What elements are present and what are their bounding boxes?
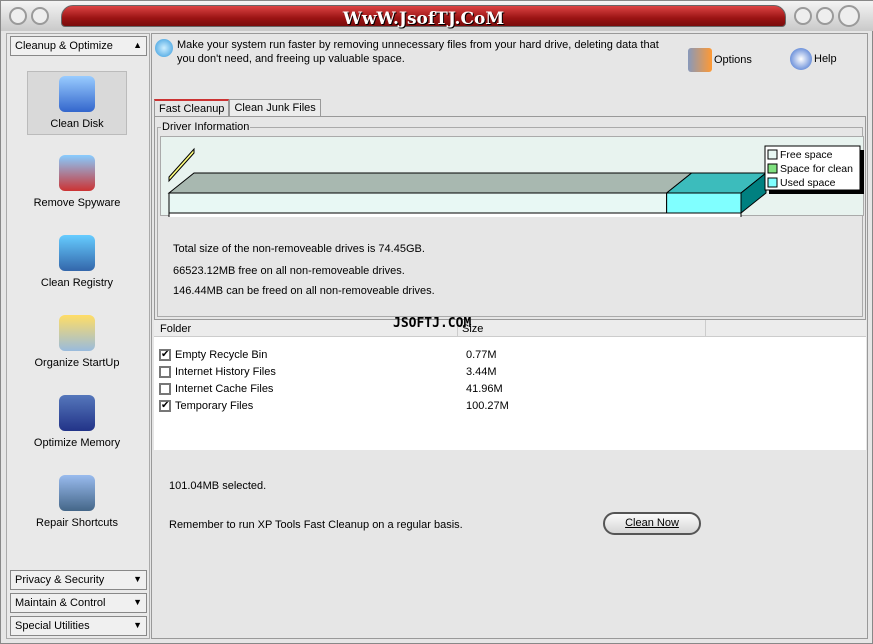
title-capsule: WwW.JsofTJ.CoM xyxy=(61,5,786,29)
item-name: Empty Recycle Bin xyxy=(175,349,268,361)
total-size-text: Total size of the non-removeable drives … xyxy=(173,243,425,255)
drive-chart: Free space Space for clean Used space xyxy=(160,136,864,228)
clean-now-button[interactable]: Clean Now xyxy=(603,512,701,535)
selected-size-text: 101.04MB selected. xyxy=(169,480,267,492)
sidebar: Cleanup & Optimize ▲ Clean Disk Remove Sp… xyxy=(6,33,150,639)
tool-organize-startup[interactable]: Organize StartUp xyxy=(27,311,127,375)
floor-front xyxy=(168,212,742,227)
checkbox[interactable] xyxy=(159,383,171,395)
item-size: 100.27M xyxy=(466,400,509,412)
column-folder[interactable]: Folder xyxy=(160,323,191,335)
bar-segment-used-space xyxy=(666,192,742,214)
category-label: Cleanup & Optimize xyxy=(15,40,113,52)
item-name: Internet Cache Files xyxy=(175,383,274,395)
tool-clean-registry[interactable]: Clean Registry xyxy=(27,231,127,295)
tab-panel: Driver Information Free space Space for c… xyxy=(154,116,866,320)
main-panel: Make your system run faster by removing … xyxy=(151,33,868,639)
legend-swatch xyxy=(767,177,778,188)
options-label: Options xyxy=(714,54,752,66)
help-button[interactable]: Help xyxy=(790,48,837,70)
list-item[interactable]: Internet Cache Files 41.96M xyxy=(159,381,503,397)
cleanup-list: Folder Size JSOFTJ.COM ✔ Empty Recycle Bi… xyxy=(154,316,866,450)
checkbox[interactable] xyxy=(159,366,171,378)
tool-label: Organize StartUp xyxy=(34,357,120,369)
bar-segment-free-space xyxy=(168,192,668,214)
app-window: WwW.JsofTJ.CoM Cleanup & Optimize ▲ Clean… xyxy=(0,0,873,644)
tab-clean-junk-files[interactable]: Clean Junk Files xyxy=(229,99,321,117)
legend-label: Used space xyxy=(780,177,836,189)
watermark: JSOFTJ.COM xyxy=(393,316,472,331)
tab-bar: Fast Cleanup Clean Junk Files xyxy=(154,99,321,117)
category-cleanup-optimize[interactable]: Cleanup & Optimize ▲ xyxy=(10,36,147,56)
tool-label: Repair Shortcuts xyxy=(36,517,118,529)
tool-clean-disk[interactable]: Clean Disk xyxy=(27,71,127,135)
chevron-up-icon: ▲ xyxy=(133,40,142,50)
reminder-text: Remember to run XP Tools Fast Cleanup on… xyxy=(169,519,463,531)
item-size: 3.44M xyxy=(466,366,497,378)
list-header: Folder Size xyxy=(154,320,866,337)
help-icon xyxy=(790,48,812,70)
menu-icon[interactable] xyxy=(9,7,27,25)
tool-label: Remove Spyware xyxy=(33,197,121,209)
group-label: Driver Information xyxy=(161,121,251,133)
tool-label: Optimize Memory xyxy=(33,437,121,449)
free-space-text: 66523.12MB free on all non-removeable dr… xyxy=(173,265,405,277)
title-bar[interactable]: WwW.JsofTJ.CoM xyxy=(1,1,873,31)
clean-disk-icon xyxy=(59,76,95,112)
category-label: Maintain & Control xyxy=(15,597,106,609)
category-label: Special Utilities xyxy=(15,620,90,632)
category-special-utilities[interactable]: Special Utilities ▼ xyxy=(10,616,147,636)
options-icon xyxy=(688,48,712,72)
checkbox[interactable]: ✔ xyxy=(159,349,171,361)
tool-repair-shortcuts[interactable]: Repair Shortcuts xyxy=(27,471,127,535)
maximize-icon[interactable] xyxy=(816,7,834,25)
driver-information-group: Driver Information Free space Space for c… xyxy=(157,121,864,317)
tool-optimize-memory[interactable]: Optimize Memory xyxy=(27,391,127,455)
chevron-down-icon: ▼ xyxy=(133,574,142,584)
window-title: WwW.JsofTJ.CoM xyxy=(342,9,505,29)
close-icon[interactable] xyxy=(838,5,860,27)
list-item[interactable]: ✔ Empty Recycle Bin 0.77M xyxy=(159,347,497,363)
optimize-memory-icon xyxy=(59,395,95,431)
category-maintain-control[interactable]: Maintain & Control ▼ xyxy=(10,593,147,613)
category-label: Privacy & Security xyxy=(15,574,105,586)
options-button[interactable]: Options xyxy=(688,48,752,72)
list-item[interactable]: ✔ Temporary Files 100.27M xyxy=(159,398,509,414)
item-name: Internet History Files xyxy=(175,366,276,378)
help-label: Help xyxy=(814,53,837,65)
remove-spyware-icon xyxy=(59,155,95,191)
tab-fast-cleanup[interactable]: Fast Cleanup xyxy=(154,99,230,117)
tool-remove-spyware[interactable]: Remove Spyware xyxy=(27,151,127,215)
info-icon xyxy=(155,39,173,57)
checkbox[interactable]: ✔ xyxy=(159,400,171,412)
item-size: 41.96M xyxy=(466,383,503,395)
legend-label: Free space xyxy=(780,149,833,161)
freeable-text: 146.44MB can be freed on all non-removea… xyxy=(173,285,435,297)
minimize-icon[interactable] xyxy=(794,7,812,25)
chevron-down-icon: ▼ xyxy=(133,620,142,630)
drive-chart-svg: Free space Space for clean Used space xyxy=(167,145,864,228)
legend-swatch xyxy=(767,163,778,174)
organize-startup-icon xyxy=(59,315,95,351)
legend-label: Space for clean xyxy=(780,163,853,175)
chevron-down-icon: ▼ xyxy=(133,597,142,607)
bar-top-free-space xyxy=(167,172,694,194)
clean-registry-icon xyxy=(59,235,95,271)
legend-swatch xyxy=(767,149,778,160)
list-item[interactable]: Internet History Files 3.44M xyxy=(159,364,497,380)
pin-icon[interactable] xyxy=(31,7,49,25)
tool-label: Clean Registry xyxy=(40,277,114,289)
category-privacy-security[interactable]: Privacy & Security ▼ xyxy=(10,570,147,590)
tool-label: Clean Disk xyxy=(50,118,104,130)
item-size: 0.77M xyxy=(466,349,497,361)
column-divider xyxy=(705,320,706,337)
item-name: Temporary Files xyxy=(175,400,254,412)
description: Make your system run faster by removing … xyxy=(177,39,659,65)
repair-shortcuts-icon xyxy=(59,475,95,511)
